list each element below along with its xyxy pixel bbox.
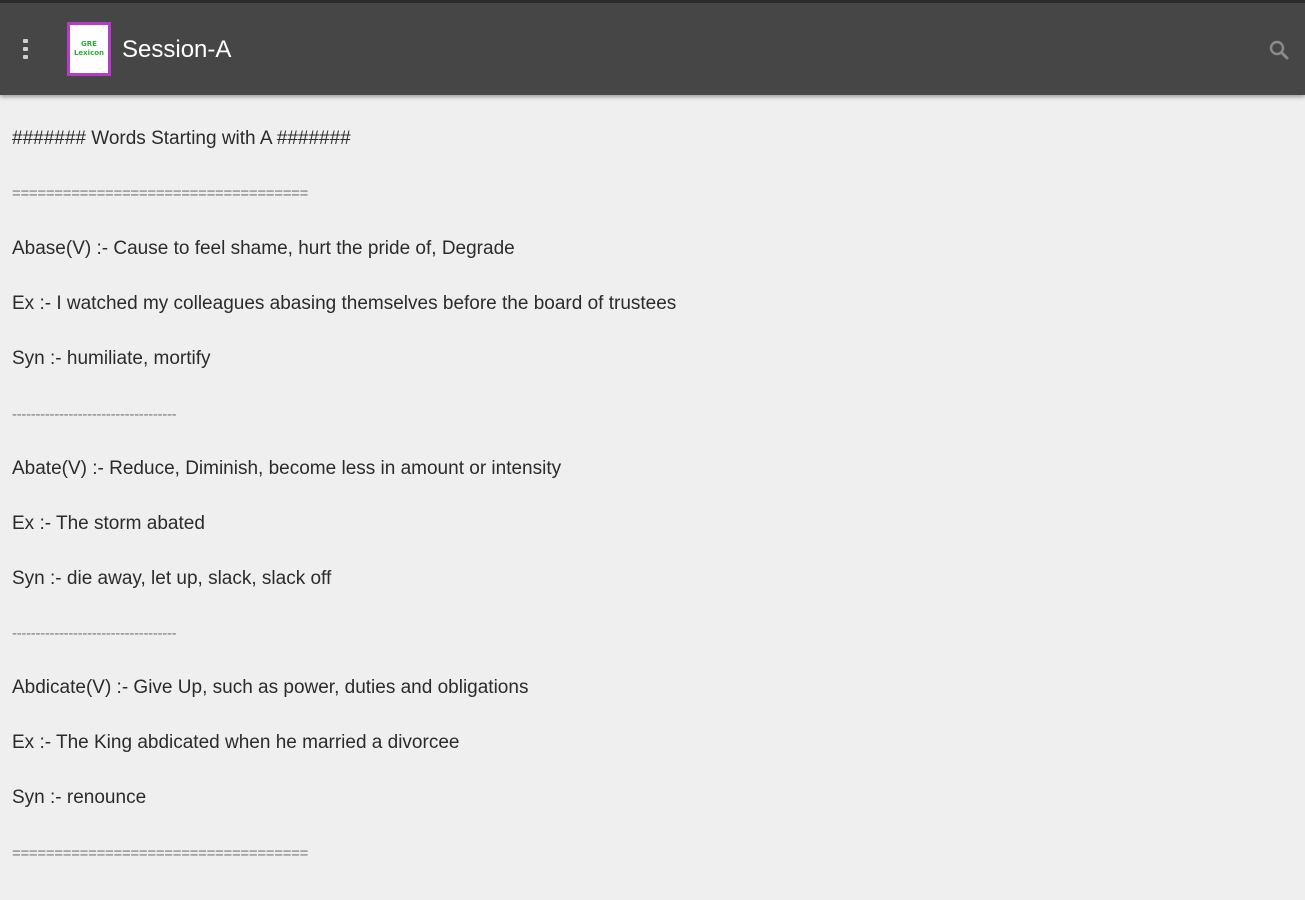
app-logo: GRE Lexicon [67, 22, 111, 76]
page-title: Session-A [122, 36, 232, 63]
hamburger-menu-icon[interactable] [14, 33, 42, 65]
word-example-abdicate: Ex :- The King abdicated when he married… [12, 732, 460, 753]
word-example-abase: Ex :- I watched my colleagues abasing th… [12, 293, 677, 314]
separator-line: =================================== [12, 185, 309, 202]
word-definition-abdicate: Abdicate(V) :- Give Up, such as power, d… [12, 677, 529, 698]
separator-line: ----------------------------------- [12, 625, 177, 642]
word-list-content[interactable]: ####### Words Starting with A ####### ==… [12, 95, 1292, 900]
search-icon[interactable] [1266, 37, 1292, 63]
word-definition-abase: Abase(V) :- Cause to feel shame, hurt th… [12, 238, 515, 259]
app-toolbar: GRE Lexicon Session-A [0, 0, 1305, 95]
word-synonyms-abate: Syn :- die away, let up, slack, slack of… [12, 568, 332, 589]
section-heading: ####### Words Starting with A ####### [12, 128, 351, 149]
word-definition-abate: Abate(V) :- Reduce, Diminish, become les… [12, 458, 562, 479]
word-synonyms-abase: Syn :- humiliate, mortify [12, 348, 211, 369]
separator-line: =================================== [12, 845, 309, 862]
word-synonyms-abdicate: Syn :- renounce [12, 787, 147, 808]
logo-text-top: GRE [81, 40, 97, 48]
word-example-abate: Ex :- The storm abated [12, 513, 205, 534]
logo-text-bottom: Lexicon [73, 49, 105, 57]
separator-line: ----------------------------------- [12, 406, 177, 423]
app-window: GRE Lexicon Session-A ####### Words Star… [0, 0, 1305, 900]
